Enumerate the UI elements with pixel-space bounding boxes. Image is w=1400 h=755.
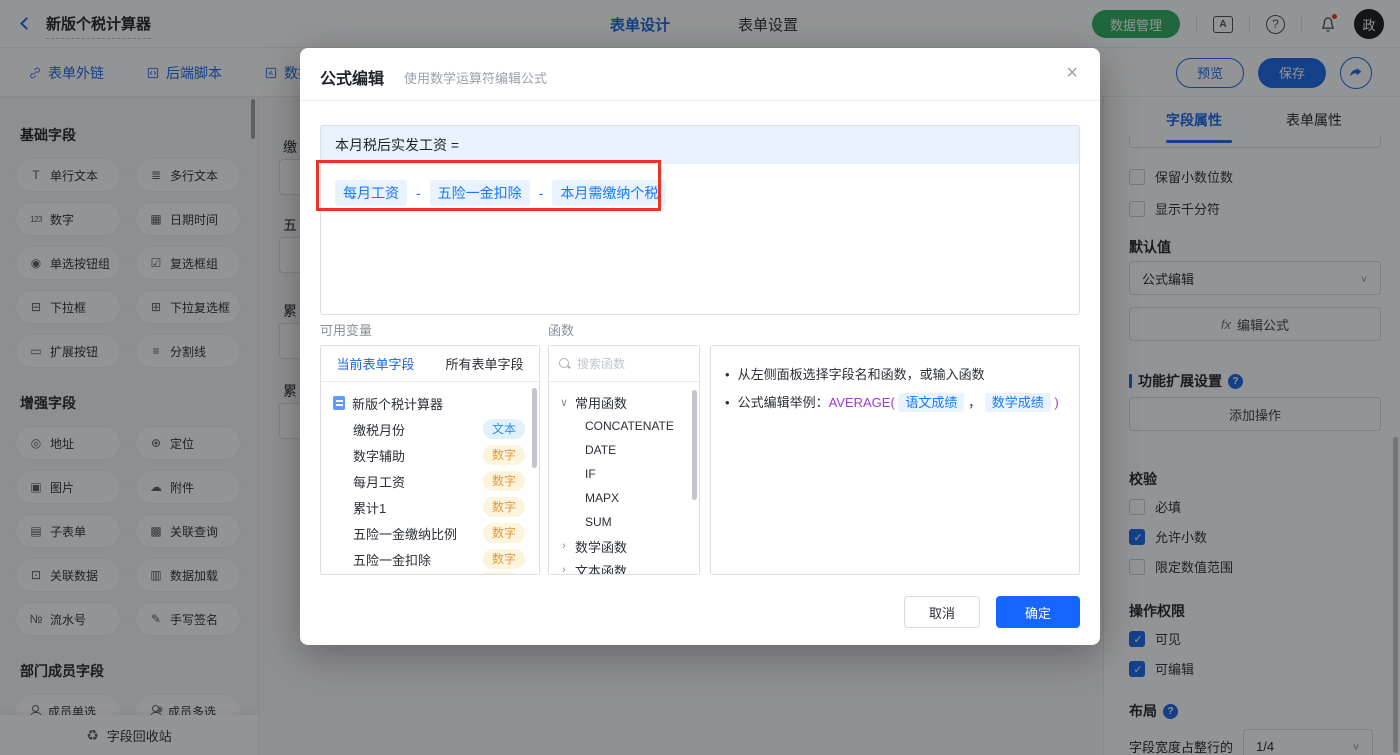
variable-row[interactable]: 数字辅助 数字 [333, 442, 539, 468]
tips-panel: • 从左侧面板选择字段名和函数，或输入函数 • 公式编辑举例：AVERAGE( … [710, 345, 1080, 575]
variables-scrollbar[interactable] [532, 388, 537, 468]
modal-header: 公式编辑 使用数学运算符编辑公式 × [300, 48, 1100, 101]
functions-scrollbar[interactable] [692, 390, 697, 500]
formula-variable-chip[interactable]: 每月工资 [335, 180, 407, 206]
formula-variable-chip[interactable]: 本月需缴纳个税 [552, 180, 667, 206]
type-badge: 文本 [482, 419, 525, 439]
function-item[interactable]: DATE [559, 438, 699, 462]
confirm-button[interactable]: 确定 [996, 596, 1080, 628]
chevron-down-icon: ∨ [559, 396, 569, 409]
chevron-right-icon: › [562, 540, 566, 552]
example-chip: 数学成绩 [984, 393, 1051, 412]
formula-operator: - [416, 185, 421, 201]
type-badge: 数字 [482, 497, 525, 517]
variable-row[interactable]: 缴税月份 文本 [333, 416, 539, 442]
function-item[interactable]: MAPX [559, 486, 699, 510]
cancel-button[interactable]: 取消 [904, 596, 980, 628]
partially-visible-badge [479, 572, 517, 574]
tip-example-line: • 公式编辑举例：AVERAGE( 语文成绩 ， 数学成绩 ) [725, 393, 1059, 412]
modal-subtitle: 使用数学运算符编辑公式 [404, 71, 548, 86]
function-item[interactable]: SUM [559, 510, 699, 534]
search-icon [559, 358, 570, 369]
variables-tree-root[interactable]: 新版个税计算器 [333, 390, 539, 416]
function-item[interactable]: IF [559, 462, 699, 486]
function-name-example: AVERAGE( [828, 395, 895, 410]
function-search-input[interactable] [577, 356, 677, 371]
close-icon[interactable]: × [1066, 62, 1078, 85]
formula-target: 本月税后实发工资 = [321, 126, 1079, 164]
function-group-common[interactable]: ∨ 常用函数 [559, 390, 699, 414]
variables-panel: 当前表单字段 所有表单字段 新版个税计算器 缴税月份 文本 数字辅助 数字 每月工资… [320, 345, 540, 575]
variable-row[interactable]: 五险一金缴纳比例 数字 [333, 520, 539, 546]
function-item[interactable]: CONCATENATE [559, 414, 699, 438]
function-group-math[interactable]: › 数学函数 [559, 534, 699, 558]
chevron-right-icon: › [562, 564, 566, 575]
formula-editor[interactable]: 本月税后实发工资 = 每月工资 - 五险一金扣除 - 本月需缴纳个税 [320, 125, 1080, 315]
type-badge: 数字 [482, 549, 525, 569]
tab-current-form-fields[interactable]: 当前表单字段 [321, 354, 430, 373]
function-group-text[interactable]: › 文本函数 [559, 558, 699, 575]
type-badge: 数字 [482, 471, 525, 491]
functions-panel: ∨ 常用函数 CONCATENATE DATE IF MAPX SUM › 数学… [548, 345, 700, 575]
type-badge: 数字 [482, 445, 525, 465]
tab-all-form-fields[interactable]: 所有表单字段 [430, 354, 539, 373]
type-badge: 数字 [482, 523, 525, 543]
formula-operator: - [538, 185, 544, 201]
tip-line: • 从左侧面板选择字段名和函数，或输入函数 [725, 367, 985, 382]
formula-expression[interactable]: 每月工资 - 五险一金扣除 - 本月需缴纳个税 [321, 164, 1079, 222]
variable-row[interactable]: 五险一金扣除 数字 [333, 546, 539, 572]
variable-row[interactable]: 累计1 数字 [333, 494, 539, 520]
formula-editor-modal: 公式编辑 使用数学运算符编辑公式 × 本月税后实发工资 = 每月工资 - 五险一… [300, 48, 1100, 645]
functions-label: 函数 [548, 323, 575, 338]
function-search[interactable] [549, 346, 699, 382]
variables-label: 可用变量 [320, 323, 373, 338]
modal-title: 公式编辑 [320, 71, 385, 88]
formula-variable-chip[interactable]: 五险一金扣除 [429, 180, 530, 206]
form-doc-icon [333, 396, 345, 410]
variable-row[interactable]: 每月工资 数字 [333, 468, 539, 494]
example-chip: 语文成绩 [898, 393, 965, 412]
